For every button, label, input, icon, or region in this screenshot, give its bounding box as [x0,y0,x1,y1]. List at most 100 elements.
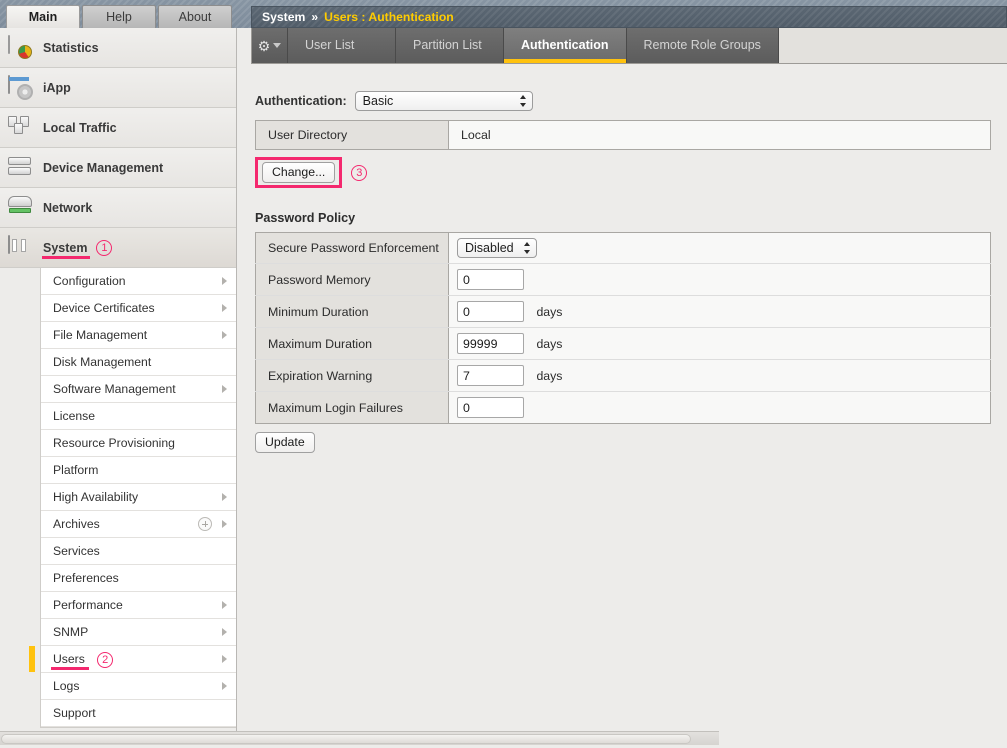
sidebar-item-services[interactable]: Services [41,538,236,565]
module-tab-help[interactable]: Help [82,5,156,28]
sidebar-item-disk-management[interactable]: Disk Management [41,349,236,376]
sidebar-item-software-management-label: Software Management [53,382,176,396]
chevron-right-icon [222,682,227,690]
expiration-warning-label: Expiration Warning [255,359,449,392]
module-tab-about[interactable]: About [158,5,232,28]
nav-group-statistics[interactable]: Statistics [0,28,236,68]
sidebar-item-high-availability-label: High Availability [53,490,139,504]
maximum-login-failures-input[interactable] [457,397,524,418]
local-traffic-icon [8,115,34,140]
statistics-icon [8,34,34,60]
change-button-row: Change... 3 [255,157,1007,188]
tab-user-list[interactable]: User List [288,28,396,63]
iapp-icon [8,74,34,100]
annotation-marker-1: 1 [96,239,113,256]
chevron-right-icon [222,385,227,393]
nav-group-iapp[interactable]: iApp [0,68,236,108]
tab-remote-role-groups[interactable]: Remote Role Groups [626,28,779,63]
nav-group-system[interactable]: System 1 [0,228,236,268]
sidebar-item-performance[interactable]: Performance [41,592,236,619]
chevron-right-icon [222,331,227,339]
nav-group-network-label: Network [43,200,93,215]
sidebar-item-license-label: License [53,409,96,423]
sidebar-item-support[interactable]: Support [41,700,236,727]
sidebar-item-logs[interactable]: Logs [41,673,236,700]
module-tab-bar: Main Help About [6,5,234,28]
sidebar-item-performance-label: Performance [53,598,123,612]
chevron-right-icon [222,628,227,636]
sidebar-item-users-label: Users [51,646,89,672]
sidebar-item-platform[interactable]: Platform [41,457,236,484]
sidebar-item-snmp[interactable]: SNMP [41,619,236,646]
sidebar-item-users[interactable]: Users 2 [29,646,236,673]
sidebar-item-snmp-label: SNMP [53,625,89,639]
sidebar-item-high-availability[interactable]: High Availability [41,484,236,511]
nav-group-local-traffic-label: Local Traffic [43,120,117,135]
chevron-right-icon [222,493,227,501]
sidebar-item-device-certificates[interactable]: Device Certificates [41,295,236,322]
table-row: Minimum Duration days [255,295,991,328]
maximum-duration-label: Maximum Duration [255,327,449,360]
secure-password-enforcement-select[interactable]: DisabledEnabled [457,238,537,258]
sidebar-item-preferences-label: Preferences [53,571,119,585]
sidebar-item-license[interactable]: License [41,403,236,430]
update-button-row: Update [255,432,1007,453]
left-navigation-panel: Statistics iApp Local Traffic Device Man… [0,28,237,731]
sidebar-item-file-management[interactable]: File Management [41,322,236,349]
table-row: Maximum Login Failures [255,391,991,424]
plus-circle-icon[interactable] [198,517,212,531]
nav-group-local-traffic[interactable]: Local Traffic [0,108,236,148]
password-memory-cell [448,263,991,296]
update-button[interactable]: Update [255,432,315,453]
expiration-warning-cell: days [448,359,991,392]
chevron-down-icon [273,43,282,48]
password-policy-title: Password Policy [255,211,356,225]
breadcrumb-leaf: Users : Authentication [324,10,454,24]
sidebar-item-preferences[interactable]: Preferences [41,565,236,592]
nav-group-system-label: System [41,240,92,259]
gear-menu-button[interactable]: ⚙ [252,28,288,63]
chevron-right-icon [222,601,227,609]
sidebar-item-resource-provisioning-label: Resource Provisioning [53,436,175,450]
tab-partition-list[interactable]: Partition List [396,28,504,63]
user-directory-value: Local [461,128,491,142]
sidebar-item-device-certificates-label: Device Certificates [53,301,155,315]
module-tab-main[interactable]: Main [6,5,80,28]
secure-password-enforcement-label: Secure Password Enforcement [255,232,449,264]
sidebar-item-software-management[interactable]: Software Management [41,376,236,403]
annotation-marker-2: 2 [97,651,114,668]
sidebar-item-disk-management-label: Disk Management [53,355,152,369]
maximum-duration-units: days [536,336,563,351]
change-button-highlight: Change... [255,157,343,188]
sidebar-item-resource-provisioning[interactable]: Resource Provisioning [41,430,236,457]
sidebar-item-support-label: Support [53,706,96,720]
system-icon [8,234,34,260]
expiration-warning-input[interactable] [457,365,524,386]
nav-group-network[interactable]: Network [0,188,236,228]
maximum-duration-input[interactable] [457,333,524,354]
minimum-duration-label: Minimum Duration [255,295,449,328]
tab-authentication[interactable]: Authentication [504,28,627,63]
gear-icon: ⚙ [257,37,271,54]
table-row: User Directory Local [255,120,991,150]
sidebar-item-services-label: Services [53,544,100,558]
breadcrumb-separator-icon: » [311,10,319,24]
breadcrumb-root[interactable]: System [262,10,305,24]
sidebar-item-archives[interactable]: Archives [41,511,236,538]
network-icon [8,195,34,220]
table-row: Secure Password Enforcement DisabledEnab… [255,232,991,264]
chevron-right-icon [222,277,227,285]
chevron-right-icon [222,655,227,663]
change-button[interactable]: Change... [262,162,336,183]
authentication-mode-select[interactable]: BasicRemote - LDAPRemote - RADIUSRemote … [354,91,533,111]
nav-group-iapp-label: iApp [43,80,71,95]
password-policy-table: Secure Password Enforcement DisabledEnab… [255,232,991,424]
expiration-warning-units: days [536,368,563,383]
sidebar-item-configuration[interactable]: Configuration [41,268,236,295]
maximum-login-failures-label: Maximum Login Failures [255,391,449,424]
nav-group-device-management[interactable]: Device Management [0,148,236,188]
minimum-duration-input[interactable] [457,301,524,322]
device-management-icon [8,156,34,180]
password-memory-input[interactable] [457,269,524,290]
breadcrumb: System » Users : Authentication [251,6,1007,28]
